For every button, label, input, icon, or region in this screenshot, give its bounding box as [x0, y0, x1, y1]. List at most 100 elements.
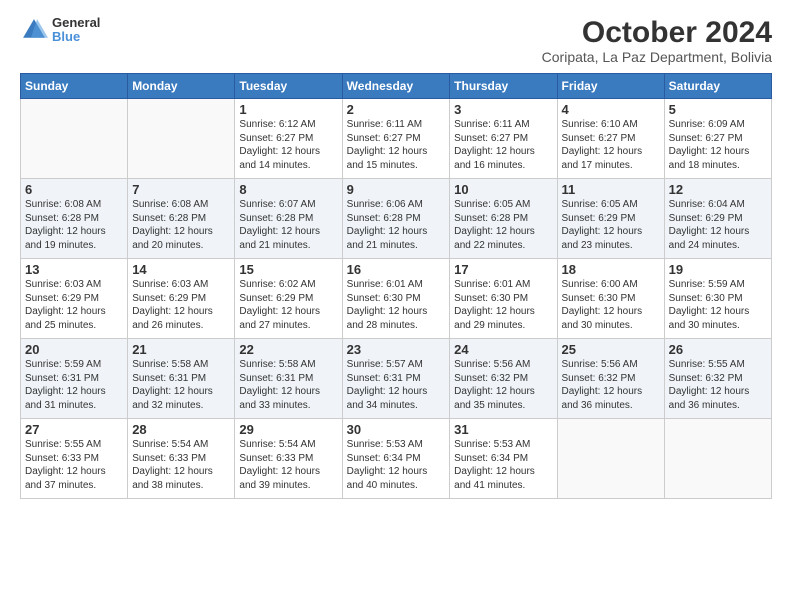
calendar-week-row: 20Sunrise: 5:59 AM Sunset: 6:31 PM Dayli… [21, 339, 772, 419]
day-number: 1 [239, 102, 337, 117]
logo-line2: Blue [52, 30, 100, 44]
day-number: 31 [454, 422, 552, 437]
col-header-tuesday: Tuesday [235, 74, 342, 99]
day-info: Sunrise: 6:09 AM Sunset: 6:27 PM Dayligh… [669, 118, 767, 172]
day-info: Sunrise: 6:07 AM Sunset: 6:28 PM Dayligh… [239, 198, 337, 252]
day-info: Sunrise: 5:55 AM Sunset: 6:33 PM Dayligh… [25, 438, 123, 492]
day-info: Sunrise: 6:00 AM Sunset: 6:30 PM Dayligh… [562, 278, 660, 332]
calendar-week-row: 27Sunrise: 5:55 AM Sunset: 6:33 PM Dayli… [21, 419, 772, 499]
day-number: 19 [669, 262, 767, 277]
logo: General Blue [20, 16, 100, 45]
calendar-cell: 13Sunrise: 6:03 AM Sunset: 6:29 PM Dayli… [21, 259, 128, 339]
day-info: Sunrise: 6:02 AM Sunset: 6:29 PM Dayligh… [239, 278, 337, 332]
calendar-table: SundayMondayTuesdayWednesdayThursdayFrid… [20, 73, 772, 499]
calendar-cell: 22Sunrise: 5:58 AM Sunset: 6:31 PM Dayli… [235, 339, 342, 419]
calendar-cell: 10Sunrise: 6:05 AM Sunset: 6:28 PM Dayli… [450, 179, 557, 259]
day-number: 28 [132, 422, 230, 437]
day-number: 23 [347, 342, 446, 357]
day-info: Sunrise: 6:05 AM Sunset: 6:28 PM Dayligh… [454, 198, 552, 252]
calendar-cell: 27Sunrise: 5:55 AM Sunset: 6:33 PM Dayli… [21, 419, 128, 499]
calendar-cell [664, 419, 771, 499]
calendar-cell: 14Sunrise: 6:03 AM Sunset: 6:29 PM Dayli… [128, 259, 235, 339]
calendar-cell: 18Sunrise: 6:00 AM Sunset: 6:30 PM Dayli… [557, 259, 664, 339]
page: General Blue October 2024 Coripata, La P… [0, 0, 792, 612]
day-info: Sunrise: 6:03 AM Sunset: 6:29 PM Dayligh… [132, 278, 230, 332]
calendar-cell [557, 419, 664, 499]
day-number: 21 [132, 342, 230, 357]
calendar-cell: 6Sunrise: 6:08 AM Sunset: 6:28 PM Daylig… [21, 179, 128, 259]
calendar-cell: 24Sunrise: 5:56 AM Sunset: 6:32 PM Dayli… [450, 339, 557, 419]
logo-line1: General [52, 16, 100, 30]
col-header-saturday: Saturday [664, 74, 771, 99]
calendar-cell [128, 99, 235, 179]
calendar-cell: 25Sunrise: 5:56 AM Sunset: 6:32 PM Dayli… [557, 339, 664, 419]
col-header-sunday: Sunday [21, 74, 128, 99]
calendar-cell: 3Sunrise: 6:11 AM Sunset: 6:27 PM Daylig… [450, 99, 557, 179]
day-number: 2 [347, 102, 446, 117]
calendar-week-row: 1Sunrise: 6:12 AM Sunset: 6:27 PM Daylig… [21, 99, 772, 179]
day-info: Sunrise: 5:58 AM Sunset: 6:31 PM Dayligh… [132, 358, 230, 412]
calendar-cell: 11Sunrise: 6:05 AM Sunset: 6:29 PM Dayli… [557, 179, 664, 259]
day-info: Sunrise: 6:03 AM Sunset: 6:29 PM Dayligh… [25, 278, 123, 332]
calendar-cell: 2Sunrise: 6:11 AM Sunset: 6:27 PM Daylig… [342, 99, 450, 179]
day-info: Sunrise: 6:11 AM Sunset: 6:27 PM Dayligh… [347, 118, 446, 172]
day-number: 3 [454, 102, 552, 117]
day-number: 4 [562, 102, 660, 117]
day-info: Sunrise: 6:12 AM Sunset: 6:27 PM Dayligh… [239, 118, 337, 172]
main-title: October 2024 [542, 16, 772, 49]
day-number: 8 [239, 182, 337, 197]
calendar-cell: 7Sunrise: 6:08 AM Sunset: 6:28 PM Daylig… [128, 179, 235, 259]
col-header-wednesday: Wednesday [342, 74, 450, 99]
calendar-cell: 12Sunrise: 6:04 AM Sunset: 6:29 PM Dayli… [664, 179, 771, 259]
logo-icon [20, 16, 48, 44]
day-info: Sunrise: 5:56 AM Sunset: 6:32 PM Dayligh… [454, 358, 552, 412]
day-info: Sunrise: 5:57 AM Sunset: 6:31 PM Dayligh… [347, 358, 446, 412]
calendar-cell: 5Sunrise: 6:09 AM Sunset: 6:27 PM Daylig… [664, 99, 771, 179]
calendar-cell: 19Sunrise: 5:59 AM Sunset: 6:30 PM Dayli… [664, 259, 771, 339]
calendar-cell: 20Sunrise: 5:59 AM Sunset: 6:31 PM Dayli… [21, 339, 128, 419]
day-info: Sunrise: 6:10 AM Sunset: 6:27 PM Dayligh… [562, 118, 660, 172]
day-number: 6 [25, 182, 123, 197]
calendar-cell [21, 99, 128, 179]
calendar-header-row: SundayMondayTuesdayWednesdayThursdayFrid… [21, 74, 772, 99]
day-info: Sunrise: 6:01 AM Sunset: 6:30 PM Dayligh… [347, 278, 446, 332]
day-info: Sunrise: 6:04 AM Sunset: 6:29 PM Dayligh… [669, 198, 767, 252]
logo-text: General Blue [52, 16, 100, 45]
day-number: 5 [669, 102, 767, 117]
day-number: 18 [562, 262, 660, 277]
day-number: 17 [454, 262, 552, 277]
day-number: 11 [562, 182, 660, 197]
calendar-cell: 1Sunrise: 6:12 AM Sunset: 6:27 PM Daylig… [235, 99, 342, 179]
calendar-cell: 16Sunrise: 6:01 AM Sunset: 6:30 PM Dayli… [342, 259, 450, 339]
day-number: 12 [669, 182, 767, 197]
day-number: 7 [132, 182, 230, 197]
day-info: Sunrise: 6:06 AM Sunset: 6:28 PM Dayligh… [347, 198, 446, 252]
day-number: 9 [347, 182, 446, 197]
day-info: Sunrise: 5:53 AM Sunset: 6:34 PM Dayligh… [347, 438, 446, 492]
calendar-cell: 26Sunrise: 5:55 AM Sunset: 6:32 PM Dayli… [664, 339, 771, 419]
day-number: 10 [454, 182, 552, 197]
day-number: 29 [239, 422, 337, 437]
day-number: 22 [239, 342, 337, 357]
day-number: 16 [347, 262, 446, 277]
calendar-cell: 21Sunrise: 5:58 AM Sunset: 6:31 PM Dayli… [128, 339, 235, 419]
title-block: October 2024 Coripata, La Paz Department… [542, 16, 772, 65]
subtitle: Coripata, La Paz Department, Bolivia [542, 49, 772, 65]
day-info: Sunrise: 5:53 AM Sunset: 6:34 PM Dayligh… [454, 438, 552, 492]
day-number: 14 [132, 262, 230, 277]
day-number: 24 [454, 342, 552, 357]
day-info: Sunrise: 5:58 AM Sunset: 6:31 PM Dayligh… [239, 358, 337, 412]
day-info: Sunrise: 5:59 AM Sunset: 6:31 PM Dayligh… [25, 358, 123, 412]
calendar-cell: 30Sunrise: 5:53 AM Sunset: 6:34 PM Dayli… [342, 419, 450, 499]
col-header-monday: Monday [128, 74, 235, 99]
day-info: Sunrise: 6:08 AM Sunset: 6:28 PM Dayligh… [25, 198, 123, 252]
day-info: Sunrise: 5:54 AM Sunset: 6:33 PM Dayligh… [132, 438, 230, 492]
day-info: Sunrise: 6:11 AM Sunset: 6:27 PM Dayligh… [454, 118, 552, 172]
calendar-cell: 28Sunrise: 5:54 AM Sunset: 6:33 PM Dayli… [128, 419, 235, 499]
calendar-cell: 17Sunrise: 6:01 AM Sunset: 6:30 PM Dayli… [450, 259, 557, 339]
day-number: 25 [562, 342, 660, 357]
day-info: Sunrise: 5:54 AM Sunset: 6:33 PM Dayligh… [239, 438, 337, 492]
calendar-cell: 8Sunrise: 6:07 AM Sunset: 6:28 PM Daylig… [235, 179, 342, 259]
day-info: Sunrise: 5:56 AM Sunset: 6:32 PM Dayligh… [562, 358, 660, 412]
calendar-week-row: 6Sunrise: 6:08 AM Sunset: 6:28 PM Daylig… [21, 179, 772, 259]
